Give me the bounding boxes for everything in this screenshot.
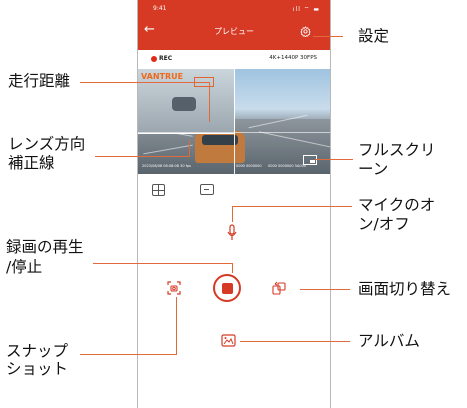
callout-fullscreen-2: ーン <box>358 160 389 178</box>
mileage-icon[interactable] <box>200 184 214 195</box>
callout-mic-2: ン/オフ <box>358 215 410 233</box>
callout-line-fullscreen <box>315 159 353 160</box>
callout-record-1: 録画の再生 <box>6 238 84 256</box>
callout-line-record <box>93 263 233 264</box>
gps-overlay: 0000 0000000 <box>236 164 262 168</box>
callout-line-lens <box>95 156 190 157</box>
status-time: 9:41 <box>153 5 167 12</box>
callout-lens-2: 補正線 <box>8 154 55 172</box>
fullscreen-icon[interactable] <box>303 155 317 165</box>
app-header: 9:41 ıll ⌔ ▬ ← プレビュー <box>138 0 330 50</box>
callout-line-mileage <box>80 82 210 83</box>
callout-snapshot-1: スナップ <box>6 342 69 360</box>
callout-line-mic <box>232 206 233 222</box>
split-divider <box>234 69 235 174</box>
timestamp-overlay: 2023/08/08 08:08:08 30 fps <box>142 164 191 168</box>
callout-line-settings <box>313 36 343 37</box>
lens-guide-icon[interactable] <box>152 184 165 196</box>
switch-camera-icon[interactable] <box>272 281 286 295</box>
callout-settings: 設定 <box>358 27 390 45</box>
speed-overlay: 0000 0000000 5A000 <box>268 164 307 168</box>
callout-line-record-v <box>232 263 233 273</box>
microphone-icon[interactable] <box>227 224 237 242</box>
callout-album: アルバム <box>358 332 420 350</box>
gear-icon[interactable] <box>300 26 311 37</box>
camera-feed: VANTRUE 2023/08/08 08:08:08 30 fps 0000 … <box>138 69 330 174</box>
record-button[interactable] <box>213 274 241 302</box>
recording-dot-icon <box>151 56 157 62</box>
resolution-label: 4K+1440P 30FPS <box>269 55 317 61</box>
callout-switch: 画面切り替え <box>358 280 452 298</box>
callout-line-switch <box>300 289 350 290</box>
snapshot-icon[interactable] <box>167 281 181 295</box>
callout-line-album <box>240 341 350 342</box>
callout-line-mic-h <box>232 206 352 207</box>
phone-screen: 9:41 ıll ⌔ ▬ ← プレビュー REC 4K+1440P 30FPS … <box>137 0 331 408</box>
status-icons: ıll ⌔ ▬ <box>292 6 320 13</box>
recording-label: REC <box>159 55 173 62</box>
brand-logo: VANTRUE <box>141 72 184 81</box>
callout-record-2: /停止 <box>6 258 43 276</box>
callout-mileage: 走行距離 <box>8 72 71 90</box>
split-divider-horizontal <box>138 132 330 133</box>
callout-fullscreen-1: フルスクリ <box>358 141 436 159</box>
callout-line-mileage-v <box>209 82 210 122</box>
recording-status-bar: REC 4K+1440P 30FPS <box>138 50 330 68</box>
rear-camera-inset: VANTRUE <box>138 69 235 134</box>
callout-snapshot-2: ショット <box>6 360 69 378</box>
car-image <box>195 131 245 163</box>
album-icon[interactable] <box>221 334 236 347</box>
callout-line-snapshot-v <box>176 297 177 355</box>
callout-line-lens-v <box>189 140 190 157</box>
callout-line-snapshot <box>80 354 177 355</box>
video-preview: REC 4K+1440P 30FPS VANTRUE 2023/08/08 08… <box>138 50 330 176</box>
callout-lens-1: レンズ方向 <box>8 135 86 153</box>
callout-mic-1: マイクのオ <box>358 196 436 214</box>
stop-icon <box>222 283 233 294</box>
